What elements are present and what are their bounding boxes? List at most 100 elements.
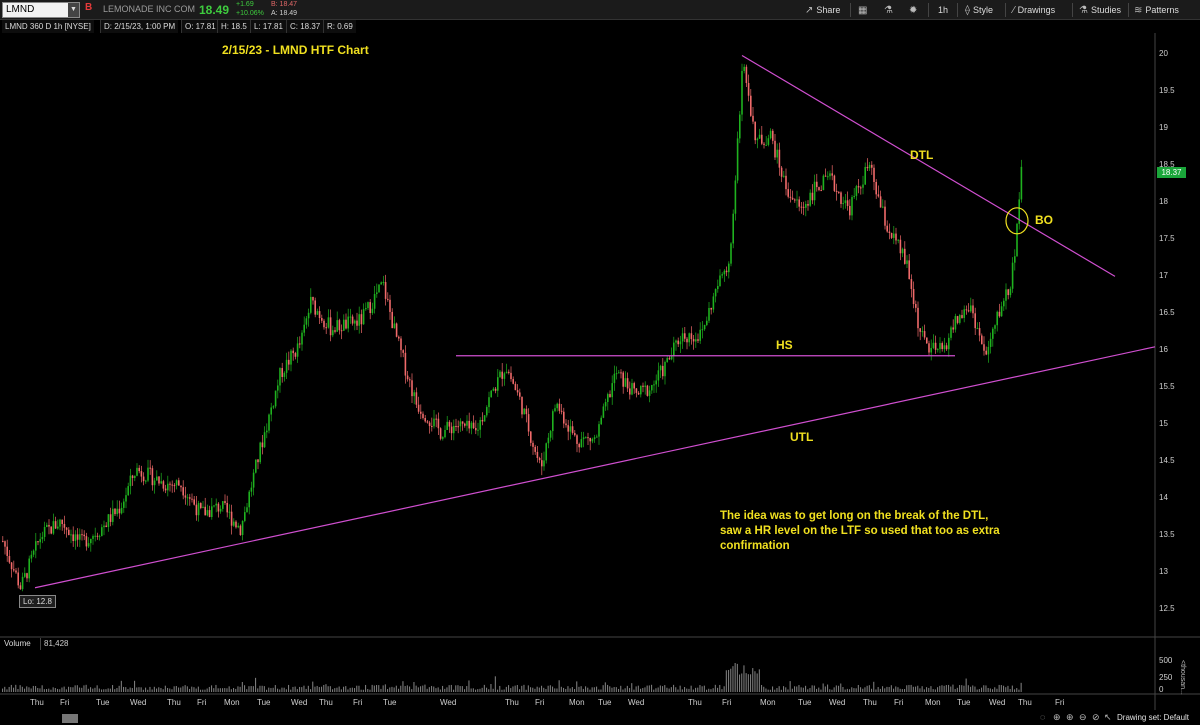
volume-bar: [233, 687, 235, 692]
drawings-button[interactable]: ⁄ Drawings: [1013, 2, 1055, 18]
candle-body: [835, 190, 838, 193]
candle-body: [800, 206, 803, 208]
candle-body: [437, 418, 440, 429]
crosshair-icon[interactable]: ⊕: [1053, 712, 1061, 723]
volume-bar: [186, 686, 188, 692]
candle-body: [127, 486, 129, 496]
candle-body: [829, 173, 831, 177]
zoom-out-icon[interactable]: ⊖: [1079, 712, 1087, 723]
price-chart[interactable]: [0, 33, 1200, 725]
candle-body: [666, 358, 668, 362]
candle-body: [950, 327, 952, 338]
volume-bar: [862, 688, 864, 692]
candle-body: [299, 343, 301, 345]
candle-body: [1014, 256, 1016, 263]
candle-body: [668, 358, 671, 360]
volume-bar: [68, 686, 70, 692]
volume-bar: [74, 685, 76, 692]
volume-bar: [728, 669, 730, 692]
candle-body: [4, 541, 6, 547]
volume-bar: [558, 680, 560, 692]
volume-bar: [646, 685, 648, 692]
volume-bar: [717, 687, 719, 692]
cursor-icon[interactable]: ↖: [1104, 712, 1112, 723]
dtl-annotation[interactable]: DTL: [910, 148, 933, 162]
candle-body: [941, 343, 943, 350]
candle-body: [65, 527, 68, 530]
candle-body: [189, 497, 191, 499]
patterns-button[interactable]: ≋ Patterns: [1134, 2, 1179, 18]
calculator-button[interactable]: ▦: [858, 2, 870, 18]
volume-bar: [138, 687, 140, 692]
volume-bar: [244, 685, 246, 692]
candle-body: [362, 309, 365, 325]
time-tick: Thu: [863, 698, 877, 707]
volume-bar: [769, 689, 771, 692]
bo-annotation[interactable]: BO: [1035, 213, 1053, 227]
volume-bar: [998, 684, 1000, 692]
settings-button[interactable]: ✹: [909, 2, 920, 18]
volume-bar: [39, 688, 41, 692]
candle-body: [512, 379, 514, 384]
drawing-set-status[interactable]: Drawing set: Default: [1117, 713, 1189, 722]
candle-body: [182, 487, 184, 496]
volume-bar: [853, 688, 855, 692]
style-button[interactable]: ⟠ Style: [965, 2, 993, 18]
candle-body: [147, 467, 149, 481]
flask-button[interactable]: ⚗: [884, 2, 896, 18]
candle-body: [1016, 223, 1018, 257]
volume-bar: [217, 688, 219, 692]
candle-body: [725, 270, 728, 273]
volume-bar: [215, 684, 217, 692]
candle-body: [428, 422, 431, 426]
idea-note-annotation[interactable]: The idea was to get long on the break of…: [720, 509, 1000, 554]
scroll-thumb[interactable]: [62, 714, 78, 723]
candle-body: [728, 263, 730, 273]
volume-bar: [937, 687, 939, 692]
volume-bar: [63, 686, 65, 692]
bubble-icon[interactable]: ◌: [1040, 712, 1045, 722]
chevron-down-icon[interactable]: ▼: [68, 3, 79, 17]
volume-bar: [279, 689, 281, 692]
zoom-in-icon[interactable]: ⊕: [1066, 712, 1074, 723]
utl-annotation[interactable]: UTL: [790, 430, 813, 444]
candle-body: [303, 324, 305, 333]
volume-bar: [488, 689, 490, 692]
candle-body: [615, 373, 618, 375]
volume-bar: [618, 688, 620, 692]
volume-bar: [684, 687, 686, 692]
chart-description[interactable]: LMND 360 D 1h [NYSE]: [2, 20, 94, 33]
candle-body: [571, 426, 574, 434]
candle-body: [846, 200, 849, 206]
candle-body: [772, 130, 774, 141]
candle-body: [415, 392, 418, 405]
candle-body: [943, 345, 946, 350]
candle-body: [90, 538, 92, 544]
candle-body: [464, 423, 466, 426]
share-button[interactable]: ↗ Share: [805, 2, 840, 18]
studies-button[interactable]: ⚗ Studies: [1079, 2, 1121, 18]
candle-body: [904, 248, 906, 264]
candle-body: [831, 173, 833, 176]
hs-annotation[interactable]: HS: [776, 338, 793, 352]
candle-body: [626, 378, 629, 389]
timeframe-button[interactable]: 1h: [938, 2, 948, 18]
volume-bar: [884, 688, 886, 692]
chart-title-annotation[interactable]: 2/15/23 - LMND HTF Chart: [222, 43, 369, 57]
volume-bar: [516, 684, 518, 692]
candle-body: [736, 138, 739, 181]
time-tick: Wed: [440, 698, 457, 707]
candle-body: [376, 292, 378, 295]
zoom-reset-icon[interactable]: ⊘: [1092, 712, 1100, 723]
volume-title[interactable]: Volume: [4, 638, 31, 650]
volume-bar: [211, 685, 213, 692]
candle-body: [215, 503, 217, 506]
candle-body: [193, 499, 195, 505]
volume-bar: [125, 687, 127, 692]
candle-body: [657, 370, 660, 381]
time-tick: Tue: [798, 698, 812, 707]
volume-bar: [648, 685, 650, 692]
candle-body: [807, 204, 809, 206]
candle-body: [798, 199, 800, 207]
candle-body: [81, 534, 83, 536]
